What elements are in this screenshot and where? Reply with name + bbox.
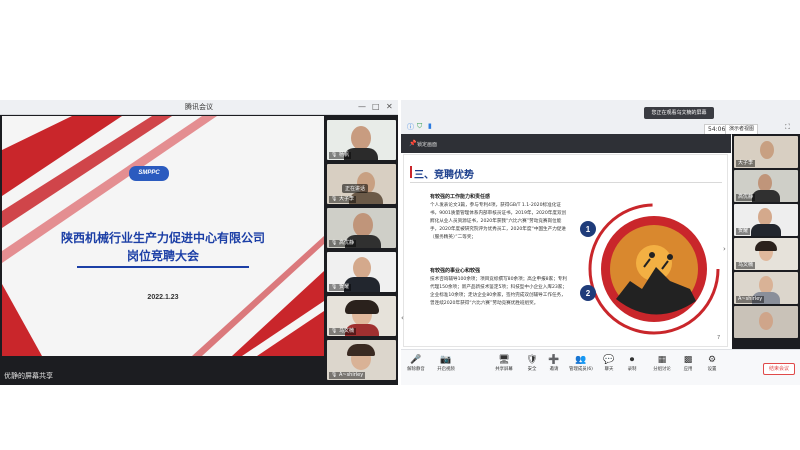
heading-divider <box>410 182 722 183</box>
participant-name: 高优静 <box>736 194 756 201</box>
end-meeting-button[interactable]: 结束会议 <box>763 363 795 375</box>
lock-view-label[interactable]: 锁定画面 <box>417 141 437 148</box>
signal-icon[interactable]: ▮ <box>428 122 432 130</box>
left-participant-gallery: 🎙 杨帆 🎙 大子李 🎙 高优静 🎙 贺耀 🎙 乌文楠 🎙 A~shirley <box>325 116 398 385</box>
participant-tile[interactable] <box>734 306 798 338</box>
right-meeting-window: ⓘ ⛉ ▮ 您正在观看乌文楠的屏幕 54:06 演示者视图 ⛶ 📌 锁定画面 三… <box>401 100 800 385</box>
apps-button[interactable]: ▩ 应用 <box>675 355 701 373</box>
participant-name: 🎙 A~shirley <box>329 372 366 379</box>
microphone-icon: 🎤 <box>410 355 422 365</box>
participant-name: 🎙 贺耀 <box>329 284 351 291</box>
fullscreen-icon[interactable]: ⛶ <box>785 123 790 132</box>
close-button[interactable]: ✕ <box>386 101 393 113</box>
participant-name: 贺耀 <box>736 228 751 235</box>
title-underline <box>77 266 249 268</box>
heading-accent <box>410 166 412 178</box>
mic-icon: 🎙 <box>331 240 338 246</box>
left-meeting-window: 腾讯会议 — □ ✕ SMPPC 陕西机械行业生产力促进中心有限公司 岗位竞聘大… <box>0 100 398 385</box>
participant-tile[interactable]: 🎙 杨帆 <box>327 120 396 160</box>
talking-indicator: 正在讲话 <box>342 184 369 193</box>
camera-icon: 📷 <box>440 355 452 365</box>
share-control-strip <box>401 134 731 153</box>
participant-name: 🎙 杨帆 <box>329 152 351 159</box>
share-screen-button[interactable]: 🖥 共享屏幕 <box>491 355 517 373</box>
climbers-illustration: 1 2 <box>580 203 720 335</box>
settings-button[interactable]: ⚙ 设置 <box>699 355 725 373</box>
gear-icon: ⚙ <box>707 355 717 365</box>
maximize-button[interactable]: □ <box>372 101 380 113</box>
breakout-rooms-button[interactable]: ▦ 分组讨论 <box>649 355 675 373</box>
record-button[interactable]: ⏺ 录制 <box>619 355 645 373</box>
participant-name: 🎙 乌文楠 <box>329 328 356 335</box>
participant-tile[interactable]: 乌文楠 <box>734 238 798 270</box>
slide-title-line2: 岗位竞聘大会 <box>126 249 199 263</box>
left-window-title: 腾讯会议 <box>185 103 213 111</box>
invite-button[interactable]: ➕ 邀请 <box>541 355 567 373</box>
section1-title: 有较强的工作能力和责任感 <box>430 194 491 200</box>
participant-tile[interactable]: 高优静 <box>734 170 798 202</box>
slide-heading: 三、竞聘优势 <box>414 170 474 181</box>
section2-body: 技术咨询辅导100余项；项目竞标撰写80余项；高企申报8家；专利代理150余项；… <box>430 277 567 306</box>
unmute-button[interactable]: 🎤 解除静音 <box>403 355 429 373</box>
badge-2-number: 2 <box>586 289 591 298</box>
shared-slide-title: SMPPC 陕西机械行业生产力促进中心有限公司 岗位竞聘大会 2022.1.23 <box>2 116 324 356</box>
breakout-icon: ▦ <box>657 355 667 365</box>
slide-date: 2022.1.23 <box>147 294 179 301</box>
participant-tile[interactable]: A~shirley <box>734 272 798 304</box>
viewing-screen-banner[interactable]: 您正在观看乌文楠的屏幕 <box>644 107 714 119</box>
manage-members-button[interactable]: 👥 管理成员(6) <box>565 355 597 373</box>
record-icon: ⏺ <box>629 355 635 365</box>
company-logo: SMPPC <box>129 166 169 181</box>
shared-slide-advantages: 三、竞聘优势 有较强的工作能力和责任感 个人发表论文3篇，参与专利4项，获得GB… <box>403 154 728 347</box>
participant-tile[interactable]: 🎙 乌文楠 <box>327 296 396 336</box>
slide-title-line1: 陕西机械行业生产力促进中心有限公司 <box>60 231 265 245</box>
participant-name: 🎙 大子李 <box>329 196 356 203</box>
mic-icon: 🎙 <box>331 284 338 290</box>
invite-icon: ➕ <box>548 355 560 365</box>
pin-icon[interactable]: 📌 <box>409 140 416 147</box>
participant-name: 大子李 <box>736 160 756 167</box>
info-icon[interactable]: ⓘ <box>407 122 414 132</box>
participant-tile[interactable]: 🎙 高优静 <box>327 208 396 248</box>
left-title-bar: 腾讯会议 — □ ✕ <box>0 100 398 115</box>
participant-name: 乌文楠 <box>736 262 756 269</box>
slide-page-number: 7 <box>717 335 721 341</box>
chevron-left-icon[interactable]: ‹ <box>401 314 404 322</box>
shield-icon[interactable]: ⛉ <box>417 122 422 131</box>
mic-icon: 🎙 <box>331 152 338 158</box>
mic-icon: 🎙 <box>331 196 338 202</box>
mic-icon: 🎙 <box>331 372 338 378</box>
apps-icon: ▩ <box>683 355 693 365</box>
members-icon: 👥 <box>575 355 587 365</box>
participant-tile[interactable]: 🎙 贺耀 <box>327 252 396 292</box>
meeting-toolbar: 🎤 解除静音 📷 开启视频 🖥 共享屏幕 🛡 安全 ➕ 邀请 👥 管理成员(6)… <box>401 349 800 385</box>
screen-share-label: 优静的屏幕共享 <box>4 372 53 380</box>
participant-name: 🎙 高优静 <box>329 240 356 247</box>
participant-tile[interactable]: 🎙 A~shirley <box>327 340 396 380</box>
participant-tile[interactable]: 贺耀 <box>734 204 798 236</box>
badge-1-number: 1 <box>586 225 591 234</box>
mic-icon: 🎙 <box>331 328 338 334</box>
start-video-button[interactable]: 📷 开启视频 <box>433 355 459 373</box>
section1-body: 个人发表论文3篇，参与专利4项，获得GB/T 1.1-2020标准化证书，900… <box>430 203 567 240</box>
screen-share-icon: 🖥 <box>498 355 510 365</box>
participant-name: A~shirley <box>736 296 765 303</box>
right-participant-gallery: 大子李 高优静 贺耀 乌文楠 A~shirley <box>732 134 800 349</box>
chevron-right-icon[interactable]: › <box>723 245 726 253</box>
minimize-button[interactable]: — <box>358 101 366 113</box>
section2-title: 有较强的事业心和较强 <box>430 268 481 274</box>
participant-tile[interactable]: 大子李 <box>734 136 798 168</box>
